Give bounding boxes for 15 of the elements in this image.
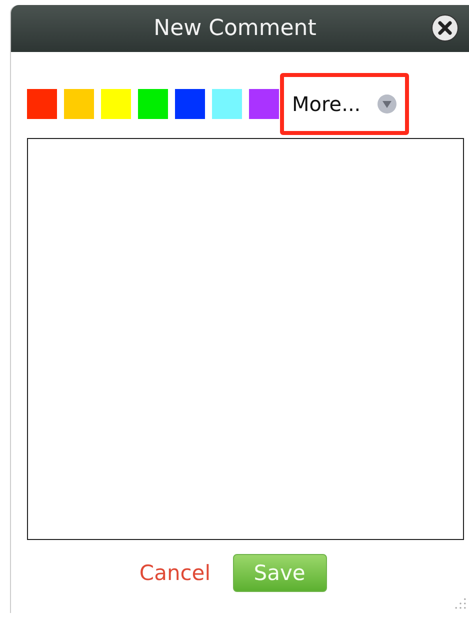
- save-button[interactable]: Save: [232, 554, 327, 592]
- color-swatch[interactable]: [212, 89, 242, 119]
- more-colors-dropdown[interactable]: More...: [280, 73, 409, 135]
- color-swatch[interactable]: [64, 89, 94, 119]
- color-swatch[interactable]: [175, 89, 205, 119]
- color-swatch[interactable]: [138, 89, 168, 119]
- comment-field[interactable]: [27, 138, 464, 540]
- cancel-link[interactable]: Cancel: [139, 554, 211, 592]
- color-swatch[interactable]: [101, 89, 131, 119]
- resize-grip-icon[interactable]: [455, 598, 466, 609]
- close-icon[interactable]: [431, 14, 459, 42]
- color-swatch[interactable]: [249, 89, 279, 119]
- caret-icon: [376, 94, 397, 114]
- color-swatch[interactable]: [27, 89, 57, 119]
- window-title: New Comment: [154, 16, 316, 41]
